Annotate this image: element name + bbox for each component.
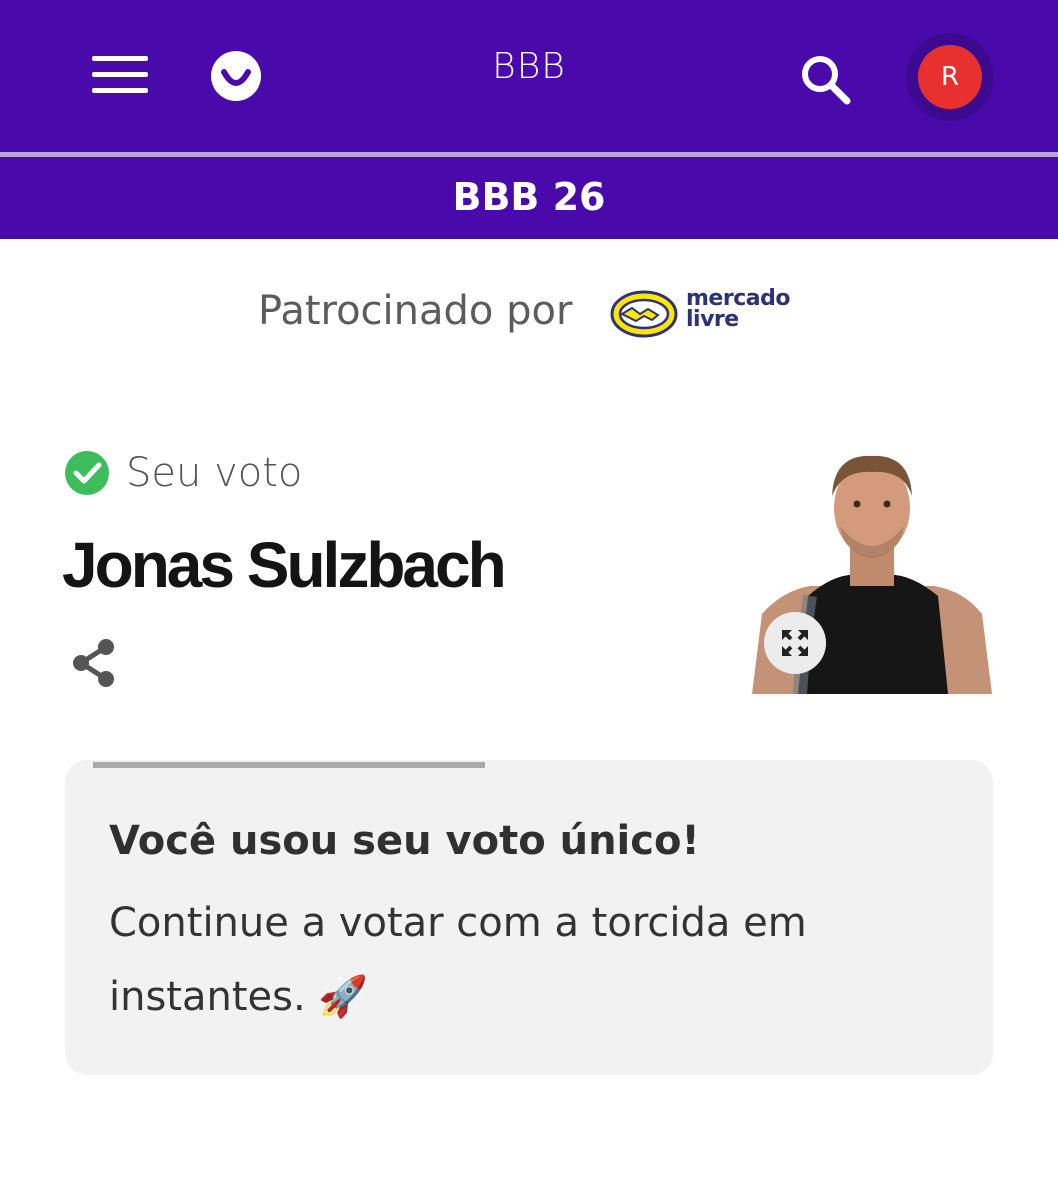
share-icon[interactable] [68, 636, 118, 690]
expand-icon[interactable] [764, 612, 826, 674]
cooldown-progress-bar [93, 762, 486, 768]
smile-logo-icon[interactable] [210, 50, 262, 102]
vote-notice-card: Você usou seu voto único! Continue a vot… [65, 760, 993, 1075]
sponsor-brand: mercado livre [686, 286, 790, 332]
hamburger-menu-icon[interactable] [92, 56, 148, 98]
user-avatar[interactable]: R [918, 45, 982, 109]
notice-title: Você usou seu voto único! [109, 818, 700, 864]
sponsor-brand-line1: mercado [686, 286, 790, 311]
search-icon[interactable] [798, 52, 852, 106]
check-circle-icon [65, 451, 109, 495]
page-title: BBB [492, 46, 566, 87]
program-header: BBB 26 [0, 157, 1058, 239]
sponsor-label: Patrocinado por [258, 288, 573, 334]
notice-message: Continue a votar com a torcida em instan… [109, 900, 807, 1020]
top-navigation-bar: BBB R [0, 0, 1058, 153]
sponsor-brand-line2: livre [686, 307, 739, 332]
candidate-name: Jonas Sulzbach [62, 529, 507, 601]
sponsor-section: Patrocinado por mercado livre [0, 270, 1058, 360]
cooldown-progress-track [93, 762, 965, 768]
vote-status-label: Seu voto [126, 450, 303, 496]
